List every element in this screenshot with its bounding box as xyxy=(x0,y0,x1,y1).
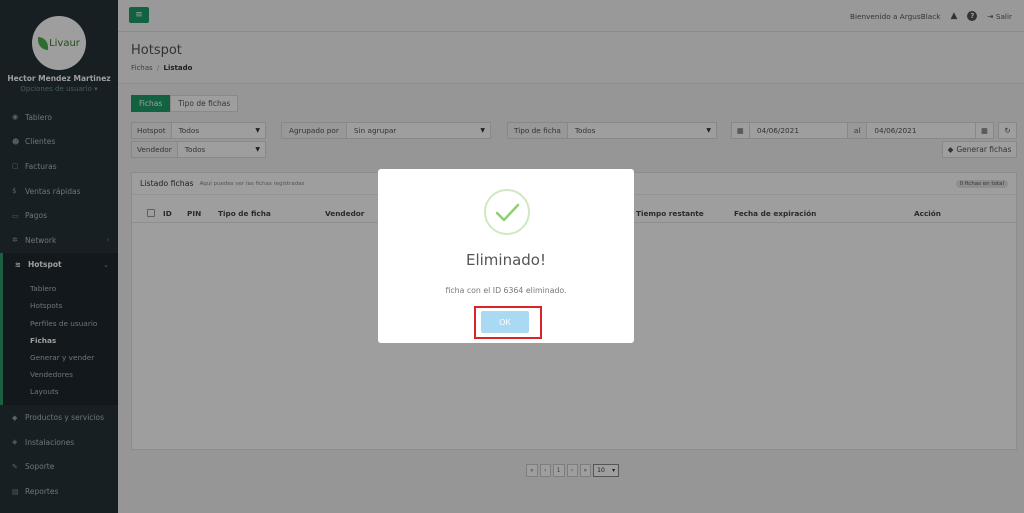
dialog-message: ficha con el ID 6364 eliminado. xyxy=(445,286,567,295)
success-check-icon xyxy=(484,189,530,235)
dialog-title: Eliminado! xyxy=(465,251,546,269)
success-dialog: Eliminado! ficha con el ID 6364 eliminad… xyxy=(378,169,634,343)
ok-button[interactable]: OK xyxy=(481,311,529,333)
